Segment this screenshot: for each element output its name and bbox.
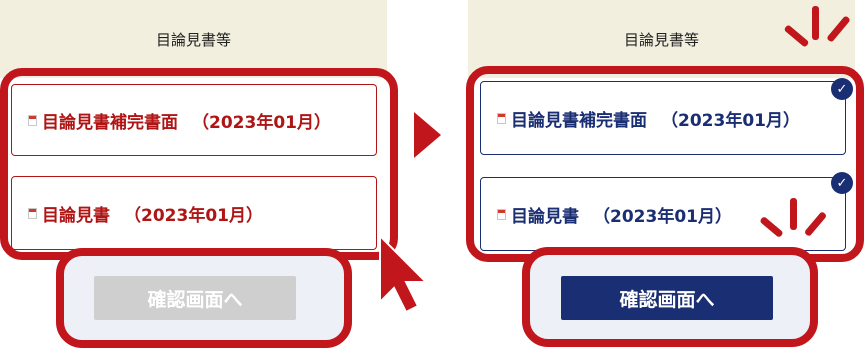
before-docs-highlight bbox=[0, 68, 398, 260]
sparkle-icon bbox=[812, 6, 819, 40]
before-header: 目論見書等 bbox=[0, 0, 387, 78]
sparkle-icon bbox=[790, 198, 797, 230]
before-button-highlight: 確認画面へ bbox=[56, 248, 352, 348]
cursor-arrow-icon bbox=[379, 233, 429, 314]
after-confirm-button[interactable]: 確認画面へ bbox=[561, 276, 773, 320]
before-confirm-button[interactable]: 確認画面へ bbox=[94, 276, 296, 320]
arrow-right-icon bbox=[414, 112, 441, 158]
after-button-highlight: 確認画面へ bbox=[522, 247, 818, 347]
